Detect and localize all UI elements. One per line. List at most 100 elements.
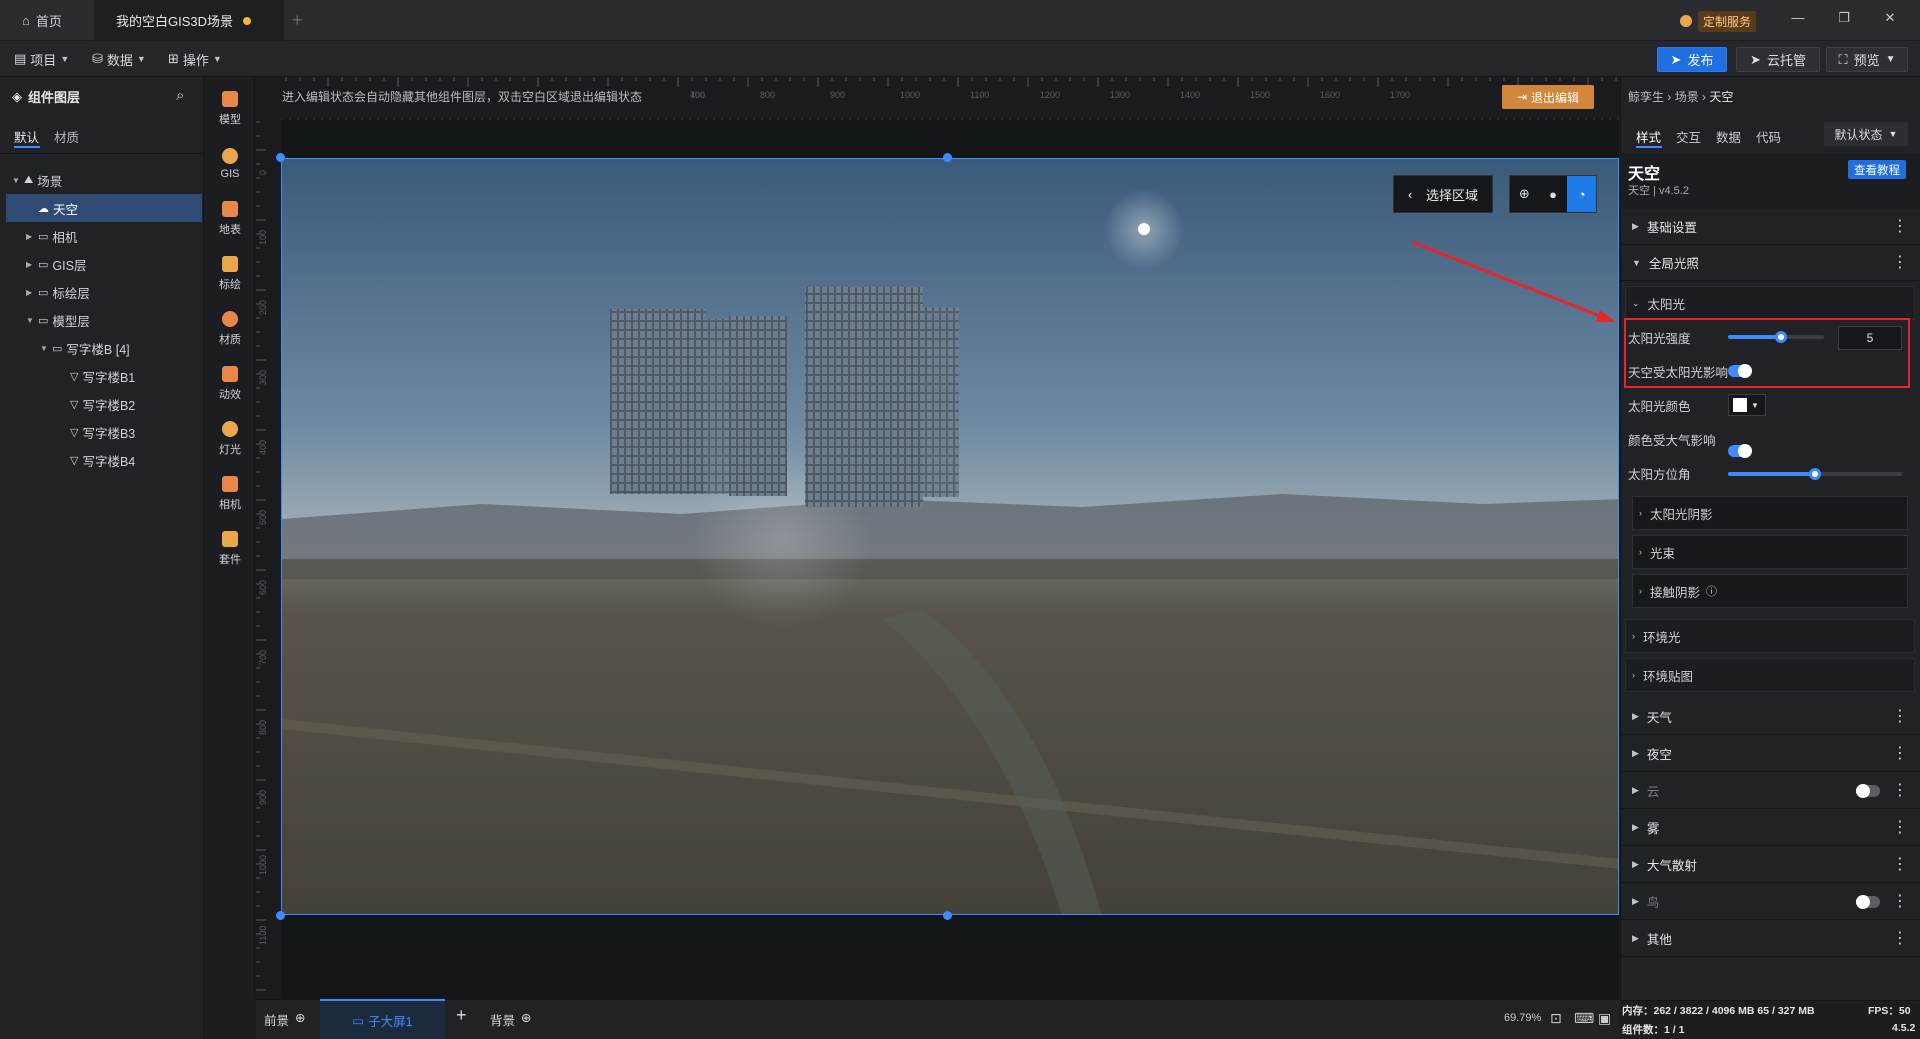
more-icon[interactable]: ⋮ <box>1892 218 1908 235</box>
tab-project[interactable]: 我的空白GIS3D场景 <box>94 0 284 41</box>
select-area-box[interactable]: ‹ 选择区域 <box>1393 175 1493 213</box>
sphere-icon[interactable]: ● <box>1539 187 1568 202</box>
section-item[interactable]: ▶ 雾 ⋮ <box>1620 810 1920 846</box>
resize-handle[interactable] <box>943 911 952 920</box>
exit-edit-button[interactable]: ⇥ 退出编辑 <box>1502 85 1594 109</box>
sky-mode-icon[interactable]: ◔ <box>1567 176 1597 212</box>
layer-item[interactable]: ▼ ▭ 写字楼B [4] <box>0 334 204 362</box>
layer-item[interactable]: ▶ ▭ 标绘层 <box>0 278 204 306</box>
layer-item[interactable]: ▽ 写字楼B4 <box>0 446 204 474</box>
more-icon[interactable]: ⋮ <box>1892 782 1908 799</box>
section-sunlight[interactable]: ⌄ 太阳光 <box>1625 286 1915 320</box>
resize-handle[interactable] <box>943 153 952 162</box>
section-global-illumination[interactable]: ▼ 全局光照 ⋮ <box>1620 245 1920 281</box>
component-button[interactable]: 模型 <box>205 79 255 139</box>
terminal-icon[interactable]: ▣ <box>1598 1010 1611 1027</box>
minimize-button[interactable]: — <box>1788 10 1808 30</box>
add-tab-button[interactable]: + <box>270 0 325 41</box>
section-contact-shadow[interactable]: › 接触阴影 ⓘ <box>1632 574 1908 608</box>
caret-down-icon[interactable]: ▼ <box>12 176 24 185</box>
section-item[interactable]: ▶ 夜空 ⋮ <box>1620 736 1920 772</box>
resize-handle[interactable] <box>276 911 285 920</box>
component-button[interactable]: 相机 <box>205 464 255 524</box>
layer-item[interactable]: ▽ 写字楼B2 <box>0 390 204 418</box>
section-item[interactable]: ▶ 天气 ⋮ <box>1620 699 1920 735</box>
section-item[interactable]: ▶ 其他 ⋮ <box>1620 921 1920 957</box>
sun-color-picker[interactable]: ▼ <box>1728 394 1766 416</box>
section-basic-settings[interactable]: ▶ 基础设置 ⋮ <box>1620 209 1920 245</box>
custom-service-button[interactable]: 定制服务 <box>1680 10 1757 32</box>
section-sun-shadow[interactable]: › 太阳光阴影 <box>1632 496 1908 530</box>
background-tab[interactable]: 背景 ⊕ <box>490 1010 532 1029</box>
layer-tab-material[interactable]: 材质 <box>54 127 79 146</box>
caret-right-icon[interactable]: ▶ <box>26 260 38 269</box>
layer-item[interactable]: ▽ 写字楼B3 <box>0 418 204 446</box>
maximize-button[interactable]: ❐ <box>1834 10 1854 30</box>
more-icon[interactable]: ⋮ <box>1892 819 1908 836</box>
foreground-tab[interactable]: 前景 ⊕ <box>264 1010 306 1029</box>
tab-code[interactable]: 代码 <box>1756 127 1781 146</box>
more-icon[interactable]: ⋮ <box>1892 254 1908 271</box>
component-button[interactable]: 地表 <box>205 189 255 249</box>
section-toggle[interactable] <box>1856 894 1880 909</box>
screen-tab-1[interactable]: ▭ 子大屏1 <box>320 999 445 1039</box>
publish-button[interactable]: ➤ 发布 <box>1657 47 1727 72</box>
more-icon[interactable]: ⋮ <box>1892 930 1908 947</box>
keyboard-icon[interactable]: ⌨ <box>1574 1010 1594 1027</box>
help-icon[interactable]: ⓘ <box>1706 583 1717 599</box>
color-atmosphere-toggle[interactable] <box>1728 444 1752 458</box>
menu-operation[interactable]: ⊞ 操作 ▼ <box>168 41 230 77</box>
component-button[interactable]: 灯光 <box>205 409 255 469</box>
layer-item[interactable]: ▶ ▭ GIS层 <box>0 250 204 278</box>
globe-icon[interactable]: ⊕ <box>1510 186 1539 202</box>
section-item[interactable]: ▶ 云 ⋮ <box>1620 773 1920 809</box>
more-icon[interactable]: ⋮ <box>1892 893 1908 910</box>
component-button[interactable]: 标绘 <box>205 244 255 304</box>
section-ambient-light[interactable]: › 环境光 <box>1625 619 1915 653</box>
tab-home[interactable]: ⌂ 首页 <box>0 0 84 41</box>
section-item[interactable]: ▶ 鸟 ⋮ <box>1620 884 1920 920</box>
more-icon[interactable]: ⋮ <box>1892 745 1908 762</box>
caret-right-icon[interactable]: ▶ <box>26 232 38 241</box>
state-select[interactable]: 默认状态 ▼ <box>1824 122 1908 146</box>
add-circle-icon[interactable]: ⊕ <box>521 1010 531 1029</box>
tutorial-button[interactable]: 查看教程 <box>1848 160 1906 179</box>
layer-tab-default[interactable]: 默认 <box>14 127 39 146</box>
tab-data[interactable]: 数据 <box>1716 127 1741 146</box>
sun-azimuth-knob[interactable] <box>1809 468 1821 480</box>
menu-data[interactable]: ⛁ 数据 ▼ <box>92 41 154 77</box>
search-icon[interactable]: ⌕ <box>176 87 184 104</box>
tab-interaction[interactable]: 交互 <box>1676 127 1701 146</box>
layer-item[interactable]: ▼ ▭ 模型层 <box>0 306 204 334</box>
preview-button[interactable]: ⛶ 预览 ▼ <box>1826 47 1908 72</box>
layer-item[interactable]: ▽ 写字楼B1 <box>0 362 204 390</box>
service-icon <box>1680 15 1692 27</box>
section-env-map[interactable]: › 环境贴图 <box>1625 658 1915 692</box>
component-button[interactable]: 套件 <box>205 519 255 579</box>
cloud-host-button[interactable]: ➤ 云托管 <box>1736 47 1820 72</box>
more-icon[interactable]: ⋮ <box>1892 856 1908 873</box>
component-button[interactable]: GIS <box>205 134 255 194</box>
zoom-level[interactable]: 69.79% <box>1504 1012 1541 1024</box>
caret-right-icon[interactable]: ▶ <box>26 288 38 297</box>
close-button[interactable]: ✕ <box>1880 10 1900 30</box>
fit-icon[interactable]: ⊡ <box>1550 1010 1562 1027</box>
caret-down-icon[interactable]: ▼ <box>40 344 52 353</box>
caret-down-icon[interactable]: ▼ <box>26 316 38 325</box>
component-button[interactable]: 材质 <box>205 299 255 359</box>
chevron-left-icon[interactable]: ‹ <box>1408 187 1412 202</box>
caret-right-icon: ▶ <box>1632 785 1639 795</box>
resize-handle[interactable] <box>276 153 285 162</box>
layer-item[interactable]: ☁ 天空 <box>6 194 202 222</box>
layer-item[interactable]: ▼ ⛰ 场景 <box>0 166 204 194</box>
component-button[interactable]: 动效 <box>205 354 255 414</box>
section-item[interactable]: ▶ 大气散射 ⋮ <box>1620 847 1920 883</box>
add-circle-icon[interactable]: ⊕ <box>295 1010 305 1029</box>
tab-style[interactable]: 样式 <box>1636 127 1661 146</box>
add-screen-button[interactable]: + <box>456 1005 467 1026</box>
section-toggle[interactable] <box>1856 783 1880 798</box>
menu-project[interactable]: ▤ 项目 ▼ <box>14 41 77 77</box>
layer-item[interactable]: ▶ ▭ 相机 <box>0 222 204 250</box>
section-light-beam[interactable]: › 光束 <box>1632 535 1908 569</box>
more-icon[interactable]: ⋮ <box>1892 708 1908 725</box>
